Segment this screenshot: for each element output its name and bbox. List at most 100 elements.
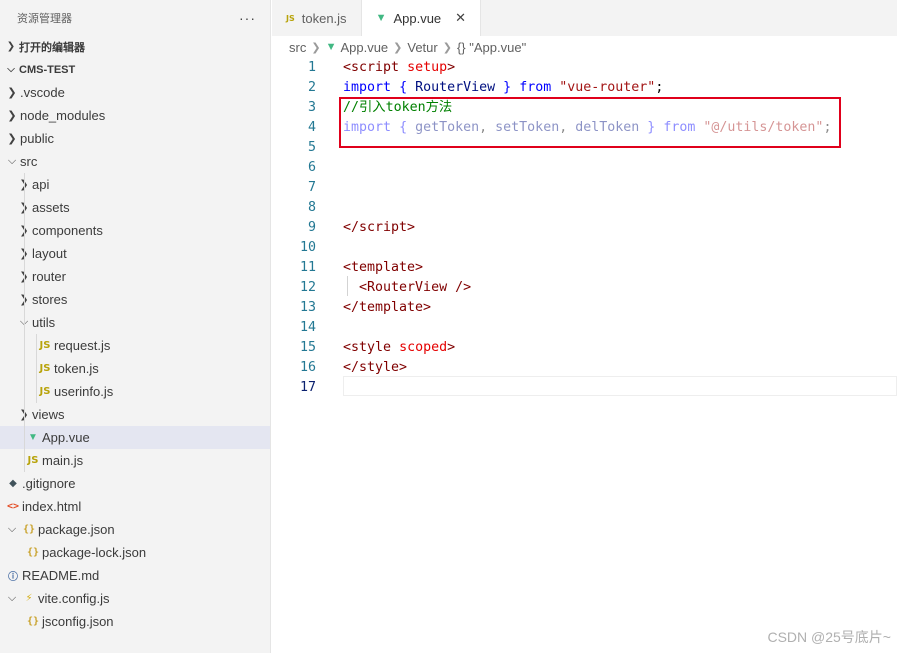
tree-item[interactable]: ▼ App.vue xyxy=(0,426,270,449)
tree-item[interactable]: ◆ .gitignore xyxy=(0,472,270,495)
chevron-right-icon: ❯ xyxy=(7,87,17,99)
tree-item-label: App.vue xyxy=(42,430,90,445)
vue-file-icon: ▼ xyxy=(325,41,337,53)
tree-item[interactable]: {} jsconfig.json xyxy=(0,610,270,633)
code-text: <template> xyxy=(343,260,424,275)
file-tree: ❯.vscode❯node_modules❯public⌵src❯api❯ass… xyxy=(0,81,270,633)
project-label: CMS-TEST xyxy=(19,63,76,76)
breadcrumb-vetur[interactable]: Vetur xyxy=(407,40,437,55)
tree-item[interactable]: ❯stores xyxy=(0,288,270,311)
js-file-icon: JS xyxy=(286,13,295,23)
tree-item-label: request.js xyxy=(54,338,111,353)
tree-item-label: README.md xyxy=(22,568,100,583)
line-number: 1 xyxy=(307,60,316,75)
code-text: <script setup> xyxy=(343,60,456,75)
tree-item[interactable]: ❯ node_modules xyxy=(0,104,270,127)
git-file-icon: ◆ xyxy=(9,478,17,489)
tree-item-label: vite.config.js xyxy=(38,591,110,606)
line-number: 12 xyxy=(299,280,316,295)
line-number: 10 xyxy=(299,240,316,255)
line-number: 9 xyxy=(307,220,316,235)
line-number: 15 xyxy=(299,340,316,355)
explorer-title: 资源管理器 xyxy=(17,12,72,25)
tree-item[interactable]: ⌵ src xyxy=(0,150,270,173)
code-line: 17 xyxy=(272,378,897,398)
more-actions-icon[interactable]: ··· xyxy=(239,10,256,26)
tree-item-label: index.html xyxy=(22,499,82,514)
js-file-icon: JS xyxy=(39,386,51,397)
line-number: 14 xyxy=(299,320,316,335)
tree-item-label: components xyxy=(32,223,103,238)
breadcrumb-file[interactable]: App.vue xyxy=(340,40,388,55)
tree-item-label: jsconfig.json xyxy=(42,614,114,629)
tree-item[interactable]: JS userinfo.js xyxy=(0,380,270,403)
code-line: 9 </script> xyxy=(272,218,897,238)
vue-file-icon: ▼ xyxy=(375,12,387,24)
code-line: 1 <script setup> xyxy=(272,58,897,78)
tree-item[interactable]: JS token.js xyxy=(0,357,270,380)
vue-file-icon: ▼ xyxy=(28,432,38,443)
tree-item[interactable]: ⓘ README.md xyxy=(0,564,270,587)
tree-item-label: stores xyxy=(32,292,68,307)
code-line: 11 <template> xyxy=(272,258,897,278)
tree-item[interactable]: ❯views xyxy=(0,403,270,426)
chevron-right-icon: ❯ xyxy=(393,41,403,54)
chevron-down-icon: ⌵ xyxy=(7,592,17,604)
tree-item[interactable]: {} package-lock.json xyxy=(0,541,270,564)
tree-item[interactable]: JS main.js xyxy=(0,449,270,472)
line-number: 17 xyxy=(299,380,316,395)
tree-item-label: .vscode xyxy=(20,85,65,100)
tree-item-label: public xyxy=(20,131,54,146)
code-line: 16 </style> xyxy=(272,358,897,378)
tree-item[interactable]: JS request.js xyxy=(0,334,270,357)
js-file-icon: JS xyxy=(39,363,51,374)
tree-item-label: .gitignore xyxy=(22,476,76,491)
code-text: <RouterView /> xyxy=(359,280,472,295)
line-number: 2 xyxy=(307,80,316,95)
tree-item[interactable]: ⌵utils xyxy=(0,311,270,334)
tree-item-label: userinfo.js xyxy=(54,384,114,399)
tree-item[interactable]: ❯layout xyxy=(0,242,270,265)
code-editor[interactable]: 1 <script setup> 2 import { RouterView }… xyxy=(272,58,897,653)
project-section[interactable]: ⌵ CMS-TEST xyxy=(0,58,270,81)
tree-item[interactable]: ❯assets xyxy=(0,196,270,219)
breadcrumb-symbol[interactable]: {} "App.vue" xyxy=(457,40,526,55)
editor-area: JS token.js ▼ App.vue ✕ src ❯ ▼ App.vue … xyxy=(272,0,897,653)
close-icon[interactable]: ✕ xyxy=(455,10,466,26)
code-line: 15 <style scoped> xyxy=(272,338,897,358)
annotation-highlight-box xyxy=(339,97,841,148)
html-file-icon: <> xyxy=(6,501,20,512)
vite-file-icon: ⚡ xyxy=(25,593,33,604)
tree-item[interactable]: ❯ public xyxy=(0,127,270,150)
line-number: 4 xyxy=(307,120,316,135)
line-number: 11 xyxy=(299,260,316,275)
line-number: 16 xyxy=(299,360,316,375)
tree-item[interactable]: ❯components xyxy=(0,219,270,242)
code-text: </style> xyxy=(343,360,408,375)
tree-item[interactable]: ❯router xyxy=(0,265,270,288)
tree-item[interactable]: ❯api xyxy=(0,173,270,196)
code-line: 14 xyxy=(272,318,897,338)
tree-item[interactable]: ⌵ ⚡ vite.config.js xyxy=(0,587,270,610)
tab-app-vue[interactable]: ▼ App.vue ✕ xyxy=(361,0,482,36)
open-editors-section[interactable]: ❯ 打开的编辑器 xyxy=(0,35,270,58)
breadcrumb-src[interactable]: src xyxy=(289,40,306,55)
tree-item-label: views xyxy=(32,407,65,422)
tab-bar: JS token.js ▼ App.vue ✕ xyxy=(272,0,897,36)
tree-item[interactable]: <> index.html xyxy=(0,495,270,518)
chevron-down-icon: ⌵ xyxy=(7,523,17,535)
explorer-sidebar: 资源管理器 ··· ❯ 打开的编辑器 ⌵ CMS-TEST ❯ .vscode ❯ n… xyxy=(0,0,271,653)
tree-item-label: package.json xyxy=(38,522,115,537)
open-editors-label: 打开的编辑器 xyxy=(19,41,85,54)
tree-item[interactable]: ⌵ {} package.json xyxy=(0,518,270,541)
tree-item-label: package-lock.json xyxy=(42,545,147,560)
js-file-icon: JS xyxy=(27,455,39,466)
tree-item[interactable]: ❯ .vscode xyxy=(0,81,270,104)
code-line: 12 <RouterView /> xyxy=(272,278,897,298)
json-file-icon: {} xyxy=(26,616,40,627)
chevron-down-icon: ⌵ xyxy=(7,64,15,75)
chevron-down-icon: ⌵ xyxy=(7,155,17,167)
code-line: 10 xyxy=(272,238,897,258)
json-file-icon: {} xyxy=(26,547,40,558)
tab-token-js[interactable]: JS token.js xyxy=(272,0,362,36)
